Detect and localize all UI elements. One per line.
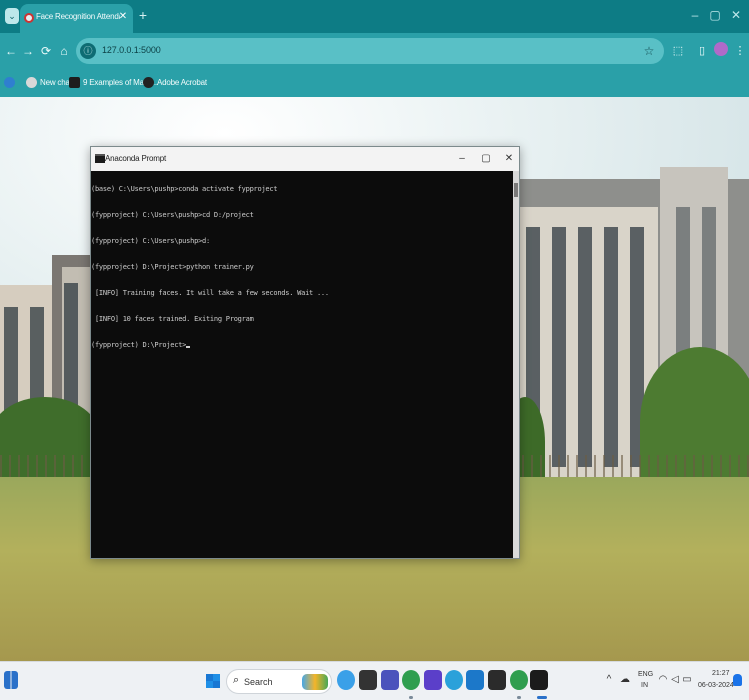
active-indicator — [537, 696, 547, 699]
chrome-active-icon[interactable] — [510, 670, 528, 690]
cmd-output[interactable]: (base) C:\Users\pushp>conda activate fyp… — [91, 171, 513, 558]
teams-icon[interactable] — [381, 670, 399, 690]
address-url[interactable]: 127.0.0.1:5000 — [102, 45, 161, 55]
cmd-line: (fypproject) D:\Project>python trainer.p… — [91, 263, 254, 271]
anaconda-prompt-taskbar-icon[interactable] — [530, 670, 548, 690]
notification-bell-icon[interactable] — [733, 674, 742, 686]
taskbar: ⌕ Search ^ ☁ ENG IN ◠ ◁ ▭ 21:27 06-03-20… — [0, 661, 749, 700]
cmd-title: Anaconda Prompt — [105, 154, 167, 163]
battery-icon[interactable]: ▭ — [681, 672, 693, 688]
cmd-minimize-button[interactable]: – — [455, 151, 469, 167]
tab-search-icon[interactable]: ⌄ — [5, 8, 19, 24]
cmd-line: (base) C:\Users\pushp>conda activate fyp… — [91, 185, 278, 193]
clock-time[interactable]: 21:27 — [712, 670, 730, 677]
running-indicator — [517, 696, 521, 699]
chrome-icon[interactable] — [402, 670, 420, 690]
clock-date[interactable]: 06-03-2024 — [698, 682, 734, 689]
anaconda-prompt-window[interactable]: Anaconda Prompt – ▢ ✕ (base) C:\Users\pu… — [90, 146, 520, 559]
window-minimize-button[interactable]: – — [688, 6, 702, 24]
tab-favicon-icon — [24, 13, 34, 23]
cmd-maximize-button[interactable]: ▢ — [479, 151, 493, 167]
address-bar[interactable]: ⓘ 127.0.0.1:5000 ☆ — [76, 38, 664, 64]
new-tab-button[interactable]: + — [137, 7, 149, 23]
sidebar-icon[interactable]: ▯ — [695, 43, 709, 59]
search-icon: ⌕ — [233, 674, 240, 686]
copilot-icon[interactable] — [337, 670, 355, 690]
volume-icon[interactable]: ◁ — [669, 672, 681, 688]
files-icon[interactable] — [359, 670, 377, 690]
start-button-icon[interactable] — [206, 674, 220, 688]
window-maximize-button[interactable]: ▢ — [708, 6, 722, 24]
tray-chevron-icon[interactable]: ^ — [604, 672, 614, 688]
browser-tab-bar: ⌄ Face Recognition Attendance S ✕ + – ▢ … — [0, 0, 749, 33]
bookmarks-bar: New chat 9 Examples of Mach... Adobe Acr… — [0, 69, 749, 97]
browser-tab-active[interactable]: Face Recognition Attendance S ✕ — [20, 4, 133, 33]
acrobat-icon — [143, 77, 154, 89]
cmd-title-bar[interactable]: Anaconda Prompt – ▢ ✕ — [91, 147, 519, 171]
taskbar-search-label: Search — [244, 677, 273, 687]
document-app-icon[interactable] — [424, 670, 442, 690]
wifi-icon[interactable]: ◠ — [657, 672, 669, 688]
search-highlight-icon — [302, 674, 328, 690]
taskbar-search-box[interactable]: ⌕ Search — [226, 669, 332, 694]
browser-toolbar: ← → ⟳ ⌂ ⓘ 127.0.0.1:5000 ☆ ⬚ ▯ ⋮ — [0, 33, 749, 69]
window-close-button[interactable]: ✕ — [729, 6, 743, 24]
bookmark-label: Adobe Acrobat — [157, 78, 207, 87]
text-cursor — [186, 346, 191, 348]
bookmark-acrobat[interactable]: Adobe Acrobat — [143, 75, 207, 91]
apps-icon[interactable] — [4, 75, 18, 91]
bookmark-label: New chat — [40, 78, 72, 87]
bookmark-star-icon[interactable]: ☆ — [642, 43, 656, 59]
chat-icon — [26, 77, 37, 89]
tab-close-icon[interactable]: ✕ — [117, 10, 129, 24]
telegram-icon[interactable] — [445, 670, 463, 690]
cmd-prompt: (fypproject) D:\Project> — [91, 341, 187, 349]
site-info-icon[interactable]: ⓘ — [80, 43, 96, 59]
bookmark-new-chat[interactable]: New chat — [26, 75, 72, 91]
extensions-icon[interactable]: ⬚ — [671, 43, 685, 59]
cmd-close-button[interactable]: ✕ — [502, 151, 516, 167]
language-indicator-top[interactable]: ENG — [638, 671, 653, 678]
tab-title: Face Recognition Attendance S — [36, 12, 120, 21]
cloud-icon[interactable]: ☁ — [619, 672, 631, 688]
home-button[interactable]: ⌂ — [57, 43, 71, 59]
cmd-line: [INFO] Training faces. It will take a fe… — [91, 289, 329, 297]
menu-icon[interactable]: ⋮ — [733, 43, 747, 59]
cmd-line: (fypproject) C:\Users\pushp>d: — [91, 237, 210, 245]
doc-icon — [69, 77, 80, 89]
language-indicator-bottom[interactable]: IN — [641, 682, 648, 689]
cmd-scrollbar[interactable] — [513, 171, 519, 558]
back-button[interactable]: ← — [4, 43, 18, 59]
building-windows — [526, 227, 654, 467]
profile-avatar[interactable] — [714, 42, 728, 56]
forward-button[interactable]: → — [21, 43, 35, 59]
cmd-scroll-thumb[interactable] — [514, 183, 518, 197]
infinity-app-icon[interactable] — [466, 670, 484, 690]
terminal-icon — [95, 154, 105, 163]
cmd-prompt-line[interactable]: (fypproject) D:\Project> — [91, 341, 191, 349]
reload-button[interactable]: ⟳ — [39, 43, 53, 59]
widgets-icon[interactable] — [4, 671, 18, 689]
cmd-line: (fypproject) C:\Users\pushp>cd D:/projec… — [91, 211, 254, 219]
cmd-line: [INFO] 10 faces trained. Exiting Program — [91, 315, 254, 323]
building-windows — [676, 207, 716, 357]
terminal-app-icon[interactable] — [488, 670, 506, 690]
running-indicator — [409, 696, 413, 699]
